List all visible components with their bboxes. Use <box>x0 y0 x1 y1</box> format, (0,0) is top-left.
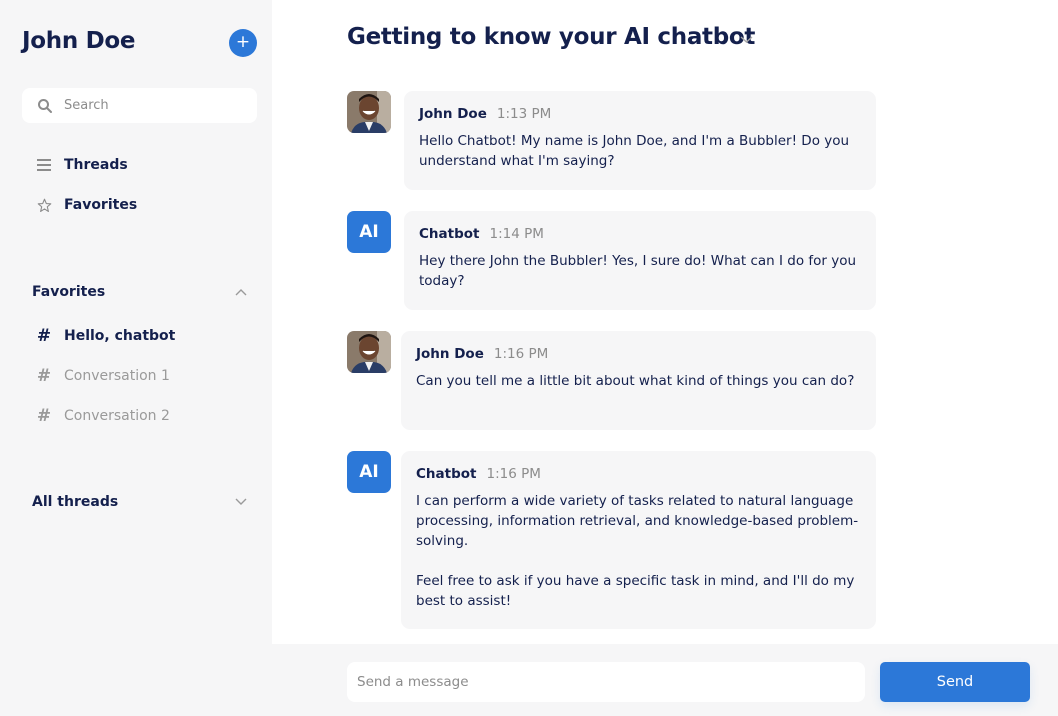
send-button[interactable]: Send <box>880 662 1030 702</box>
thread-label: Conversation 2 <box>64 408 170 424</box>
new-thread-button[interactable]: + <box>229 29 257 57</box>
sender-name: Chatbot <box>416 466 477 482</box>
sidebar-item-label: Threads <box>64 157 128 173</box>
message: John Doe 1:13 PM Hello Chatbot! My name … <box>347 91 876 190</box>
ai-avatar: AI <box>347 451 391 493</box>
timestamp: 1:14 PM <box>489 226 544 242</box>
thread-item[interactable]: # Conversation 2 <box>36 406 170 426</box>
thread-title: Getting to know your AI chatbot <box>347 24 756 50</box>
ai-avatar: AI <box>347 211 391 253</box>
thread-item[interactable]: # Conversation 1 <box>36 366 170 386</box>
star-icon <box>36 197 52 213</box>
menu-icon <box>36 157 52 173</box>
user-avatar <box>347 331 391 373</box>
timestamp: 1:16 PM <box>486 466 541 482</box>
sidebar: John Doe + Threads Favorites Favorites <box>0 0 272 716</box>
all-threads-section-header[interactable]: All threads <box>32 494 248 510</box>
section-label: All threads <box>32 494 119 510</box>
message: AI Chatbot 1:16 PM I can perform a wide … <box>347 451 876 629</box>
section-label: Favorites <box>32 284 106 300</box>
sender-name: John Doe <box>416 346 484 362</box>
chevron-down-icon[interactable] <box>739 32 754 47</box>
hash-icon: # <box>36 406 52 426</box>
user-name: John Doe <box>22 28 136 54</box>
sidebar-item-label: Favorites <box>64 197 138 213</box>
composer-bar: Send <box>272 644 1058 716</box>
chevron-down-icon <box>235 498 247 505</box>
sidebar-item-favorites[interactable]: Favorites <box>36 197 137 213</box>
favorites-section-header[interactable]: Favorites <box>32 284 248 300</box>
search-box[interactable] <box>22 88 257 123</box>
message-bubble: John Doe 1:16 PM Can you tell me a littl… <box>401 331 876 430</box>
hash-icon: # <box>36 326 52 346</box>
search-input[interactable] <box>64 98 244 113</box>
message-text: Hello Chatbot! My name is John Doe, and … <box>419 133 854 169</box>
hash-icon: # <box>36 366 52 386</box>
timestamp: 1:13 PM <box>496 106 552 122</box>
message-text: Hey there John the Bubbler! Yes, I sure … <box>419 253 861 289</box>
chevron-up-icon <box>235 289 247 296</box>
thread-label: Hello, chatbot <box>64 328 176 344</box>
sidebar-item-threads[interactable]: Threads <box>36 157 128 173</box>
message-bubble: John Doe 1:13 PM Hello Chatbot! My name … <box>404 91 876 190</box>
sender-name: John Doe <box>419 106 487 122</box>
message: John Doe 1:16 PM Can you tell me a littl… <box>347 331 876 430</box>
search-icon <box>38 98 52 113</box>
sender-name: Chatbot <box>419 226 480 242</box>
message-text: I can perform a wide variety of tasks re… <box>416 493 859 609</box>
message-input[interactable] <box>347 662 865 702</box>
message-text: Can you tell me a little bit about what … <box>416 373 855 389</box>
message-bubble: Chatbot 1:16 PM I can perform a wide var… <box>401 451 876 629</box>
user-avatar <box>347 91 391 133</box>
thread-label: Conversation 1 <box>64 368 170 384</box>
thread-item[interactable]: # Hello, chatbot <box>36 326 175 346</box>
message-bubble: Chatbot 1:14 PM Hey there John the Bubbl… <box>404 211 876 310</box>
timestamp: 1:16 PM <box>493 346 549 362</box>
message: AI Chatbot 1:14 PM Hey there John the Bu… <box>347 211 876 310</box>
